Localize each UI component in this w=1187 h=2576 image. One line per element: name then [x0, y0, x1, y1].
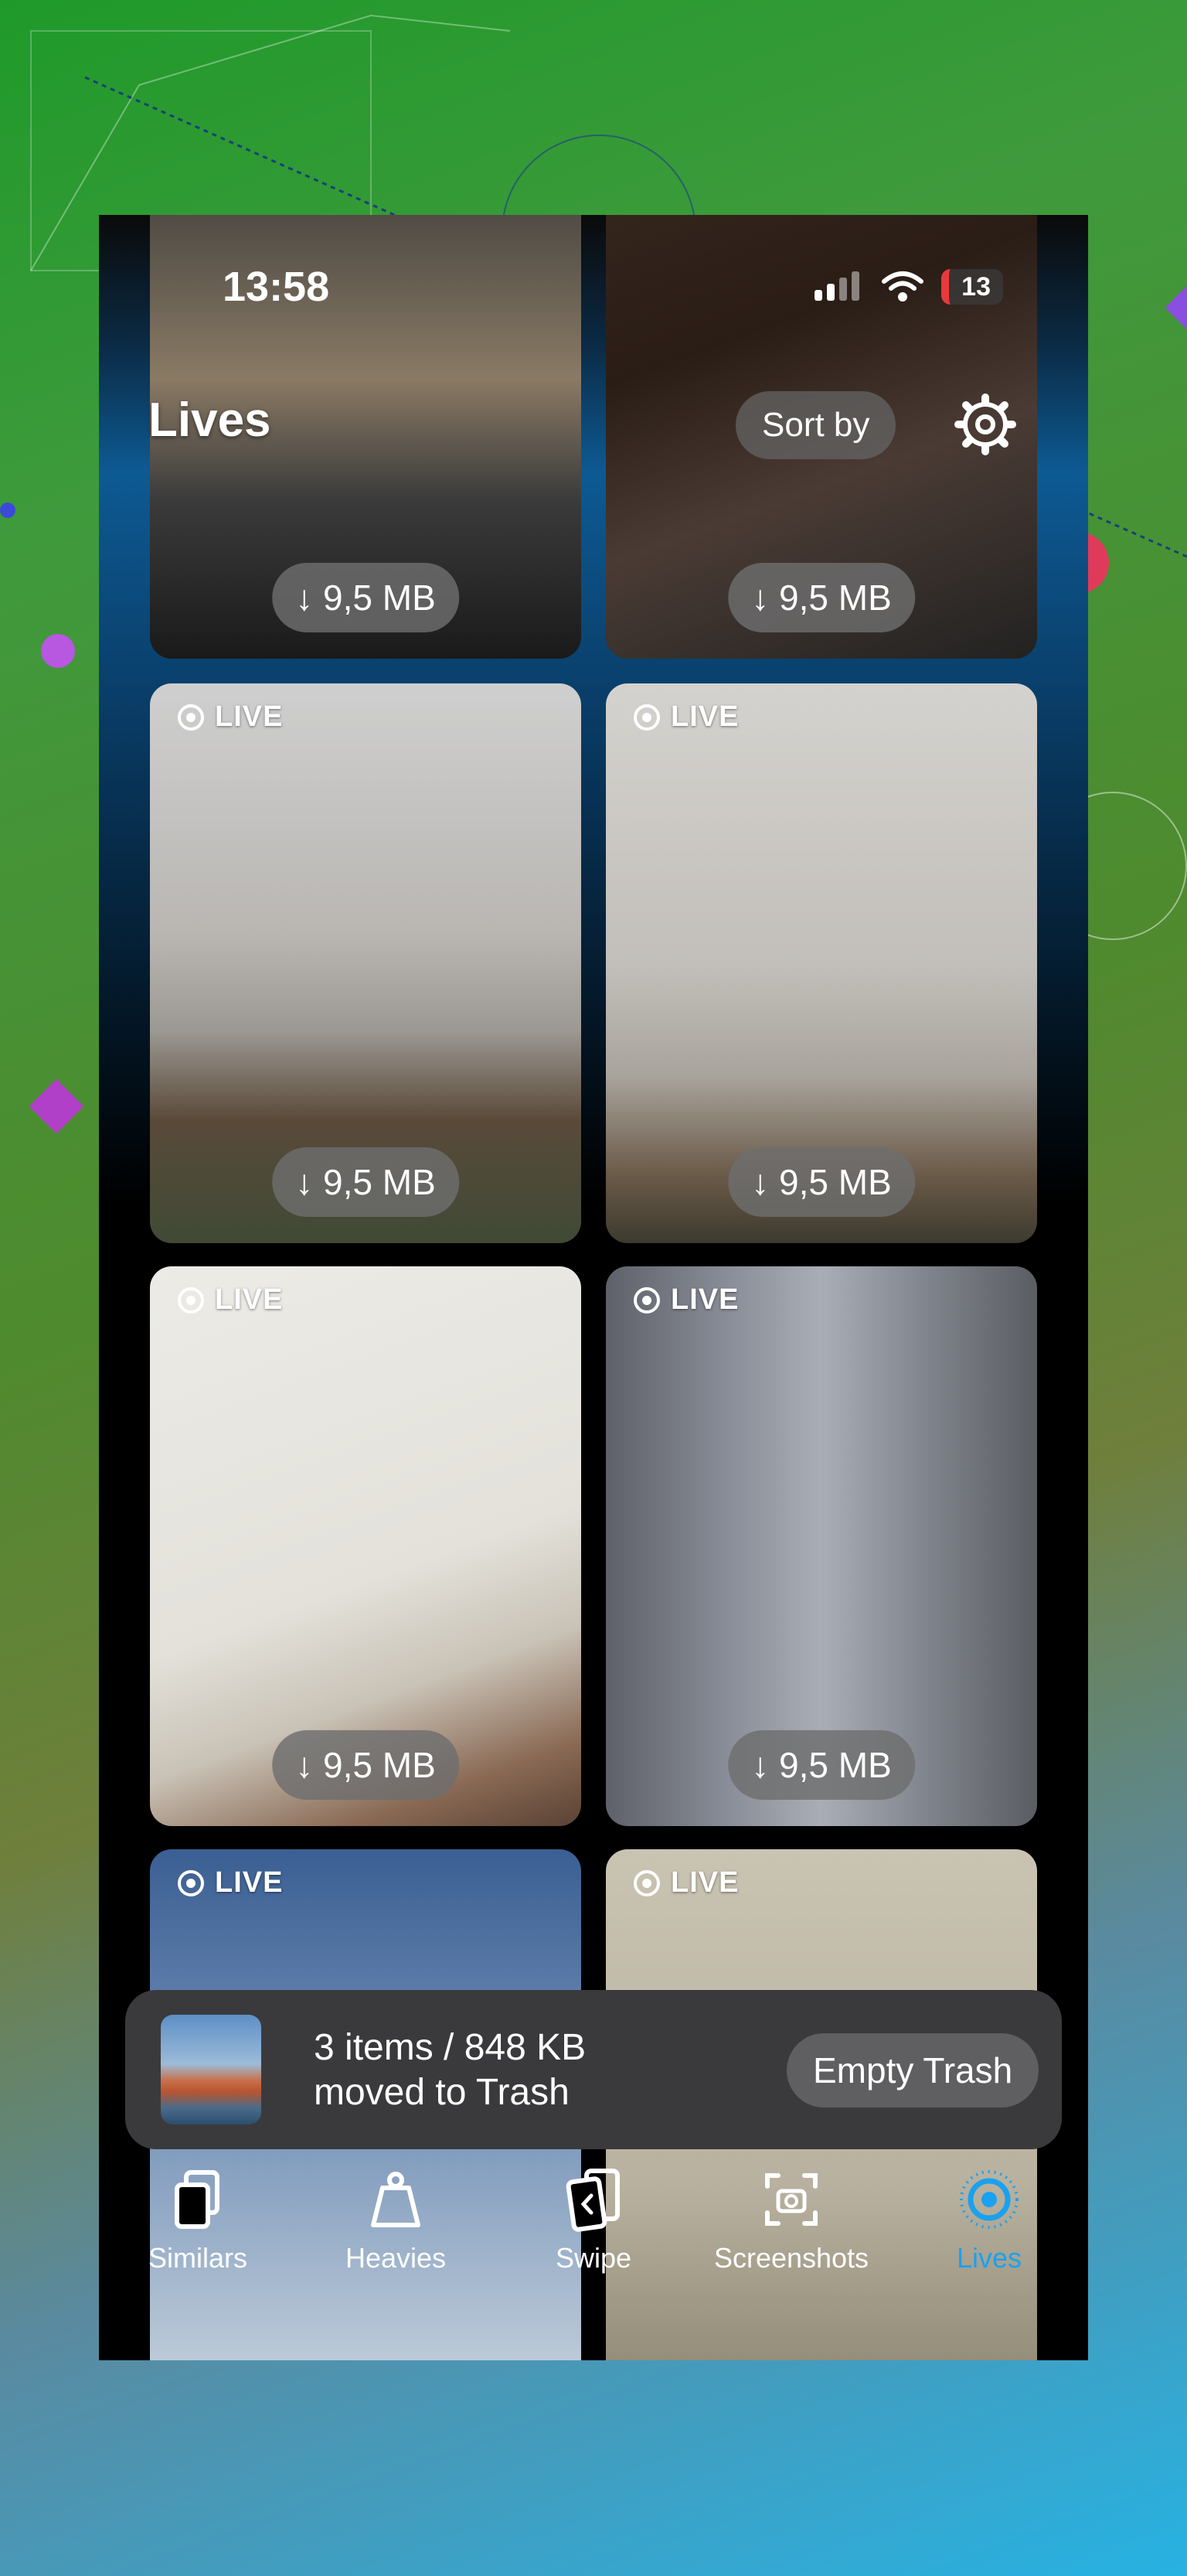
file-size-badge: ↓ 9,5 MB: [728, 563, 915, 632]
trash-message: 3 items / 848 KB moved to Trash: [314, 2026, 586, 2115]
live-photo-icon: [178, 1869, 204, 1896]
live-photo-icon: [634, 704, 660, 731]
live-badge: LIVE: [178, 700, 283, 734]
live-badge: LIVE: [178, 1283, 283, 1317]
phone-screen: ↓ 9,5 MB ↓ 9,5 MB LIVE ↓ 9,5 MB LIVE ↓ 9…: [99, 215, 1088, 2360]
file-size-badge: ↓ 9,5 MB: [272, 563, 459, 632]
battery-indicator: 13: [941, 269, 1003, 305]
tab-bar: Similars Heavies Swipe Screenshots Lives: [99, 2155, 1088, 2310]
wifi-icon: [882, 271, 924, 302]
trash-toast: 3 items / 848 KB moved to Trash Empty Tr…: [125, 1990, 1062, 2149]
live-photo-icon: [634, 1286, 660, 1314]
file-size-badge: ↓ 9,5 MB: [728, 1147, 915, 1217]
tab-similars[interactable]: Similars: [99, 2155, 297, 2274]
file-size-badge: ↓ 9,5 MB: [728, 1730, 915, 1800]
swipe-cards-icon: [566, 2169, 620, 2232]
photo-tile[interactable]: LIVE ↓ 9,5 MB: [150, 1266, 581, 1826]
file-size-badge: ↓ 9,5 MB: [272, 1147, 459, 1217]
trash-message-line1: 3 items / 848 KB: [314, 2027, 587, 2068]
live-photo-icon: [634, 1869, 660, 1896]
live-badge: LIVE: [634, 700, 739, 734]
file-size-badge: ↓ 9,5 MB: [272, 1730, 459, 1800]
live-photo-icon: [178, 1286, 204, 1314]
status-icons: 13: [815, 269, 1003, 305]
copy-icon: [175, 2170, 219, 2229]
live-photo-icon: [960, 2170, 1019, 2229]
live-photo-icon: [178, 704, 204, 731]
tab-screenshots[interactable]: Screenshots: [692, 2155, 890, 2274]
photo-tile[interactable]: LIVE ↓ 9,5 MB: [606, 683, 1037, 1243]
live-badge: LIVE: [634, 1866, 739, 1900]
tab-swipe[interactable]: Swipe: [495, 2155, 692, 2274]
signal-icon: [815, 271, 860, 301]
live-badge: LIVE: [178, 1866, 283, 1900]
trash-message-line2: moved to Trash: [314, 2072, 570, 2113]
live-badge: LIVE: [634, 1283, 739, 1317]
weight-icon: [371, 2172, 420, 2227]
tab-heavies[interactable]: Heavies: [297, 2155, 495, 2274]
photo-tile[interactable]: LIVE ↓ 9,5 MB: [606, 1266, 1037, 1826]
status-bar: 13:58 13: [99, 263, 1088, 317]
settings-gear-icon[interactable]: [952, 391, 1019, 458]
empty-trash-button[interactable]: Empty Trash: [787, 2033, 1039, 2107]
trash-thumbnail: [161, 2015, 261, 2125]
page-title: Lives: [148, 394, 271, 447]
status-time: 13:58: [223, 264, 330, 310]
screenshot-camera-icon: [765, 2173, 818, 2226]
tab-lives[interactable]: Lives: [890, 2155, 1088, 2274]
sort-by-button[interactable]: Sort by: [736, 391, 896, 459]
photo-tile[interactable]: LIVE ↓ 9,5 MB: [150, 683, 581, 1243]
